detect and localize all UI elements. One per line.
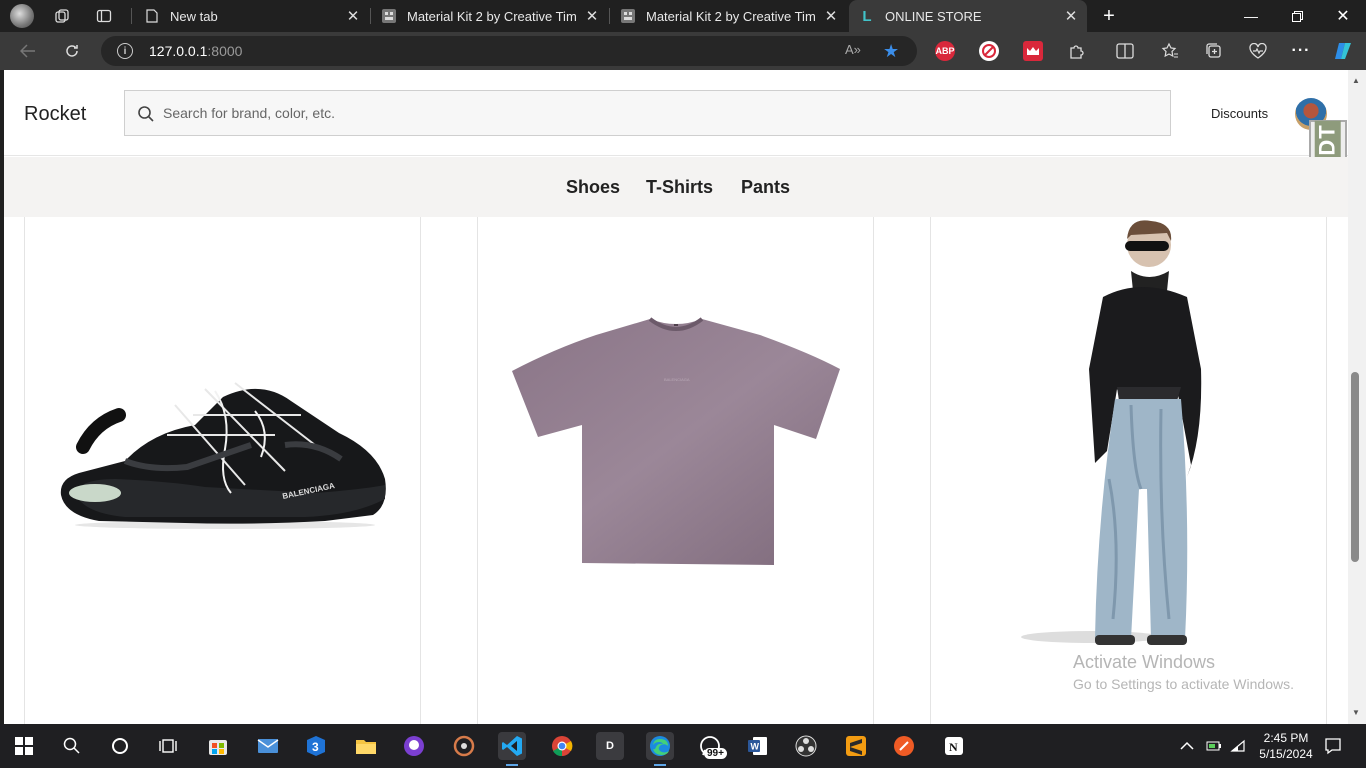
wifi-icon[interactable] [1230,724,1246,768]
product-card-pants[interactable] [930,217,1327,724]
product-card-shoes[interactable]: BALENCIAGA [24,217,421,724]
address-bar[interactable]: i 127.0.0.1:8000 A» ★ [101,36,917,66]
browser-essentials-icon[interactable] [1248,41,1268,61]
chrome-icon[interactable] [548,732,576,760]
more-menu-icon[interactable]: ··· [1291,41,1311,61]
notion-icon[interactable]: N [940,732,968,760]
tab-new-tab[interactable]: New tab ✕ [132,0,369,32]
back-arrow-icon[interactable] [16,39,40,63]
svg-text:3: 3 [312,740,319,754]
app-three-icon[interactable]: 3 [302,732,330,760]
page-icon [144,8,160,24]
split-screen-icon[interactable] [1115,41,1135,61]
product-image-sneaker: BALENCIAGA [60,382,386,529]
favorites-icon[interactable] [1160,41,1180,61]
activate-windows-subtitle: Go to Settings to activate Windows. [1073,676,1294,692]
site-info-icon[interactable]: i [117,43,133,59]
discounts-link[interactable]: Discounts [1211,106,1268,121]
svg-text:N: N [949,740,958,754]
tab-title: ONLINE STORE [885,8,982,24]
read-aloud-icon[interactable]: A» [845,42,861,57]
show-hidden-icons-chevron-icon[interactable] [1180,724,1194,768]
close-tab-icon[interactable]: ✕ [584,8,600,25]
search-input[interactable] [163,101,1123,125]
activate-windows-title: Activate Windows [1073,652,1216,672]
notification-center-icon[interactable] [1324,724,1342,768]
postman-icon[interactable] [890,732,918,760]
vertical-tabs-icon[interactable] [94,6,114,26]
close-tab-icon[interactable]: ✕ [823,8,839,25]
store-favicon-icon: L [862,7,872,25]
product-image-tshirt: BALENCIAGA [512,317,840,565]
product-card-tshirts[interactable]: BALENCIAGA [477,217,874,724]
battery-icon[interactable] [1206,724,1222,768]
file-explorer-icon[interactable] [352,732,380,760]
site-favicon-icon [381,8,397,24]
close-tab-icon[interactable]: ✕ [345,8,361,25]
extensions-puzzle-icon[interactable] [1067,41,1087,61]
product-image-model [1021,220,1202,645]
site-header: Rocket Discounts [4,70,1348,156]
notification-count-badge: 99+ [704,748,727,759]
start-windows-icon[interactable] [10,732,38,760]
page-viewport: Rocket Discounts DJDT Shoes T-Shirts Pan… [4,70,1348,724]
tab-title: Material Kit 2 by Creative Tim [407,8,577,24]
cortana-icon[interactable] [106,732,134,760]
system-clock[interactable]: 2:45 PM 5/15/2024 [1258,730,1314,762]
windows-taskbar: 3 D 99+ W N 2:45 PM 5/15/2024 [0,724,1366,768]
word-icon[interactable]: W [744,732,772,760]
red-extension-icon[interactable] [1023,41,1043,61]
vscode-icon[interactable] [498,732,526,766]
obs-icon[interactable] [792,732,820,760]
scrollbar-thumb[interactable] [1351,372,1359,562]
dark-app-d-icon[interactable]: D [596,732,624,760]
browser-tab-strip: New tab ✕ Material Kit 2 by Creative Tim… [0,0,1366,32]
favorite-star-icon[interactable]: ★ [883,41,899,62]
site-favicon-icon [620,8,636,24]
new-tab-button[interactable]: + [1099,5,1119,27]
category-nav: Shoes T-Shirts Pants [4,157,1348,217]
clock-date: 5/15/2024 [1259,747,1313,761]
mail-icon[interactable] [254,732,282,760]
browser-profile-avatar[interactable] [10,4,34,28]
svg-text:W: W [751,742,760,752]
brand-logo[interactable]: Rocket [24,103,86,126]
svg-text:BALENCIAGA: BALENCIAGA [664,377,690,382]
restore-button[interactable] [1274,0,1320,32]
minimize-button[interactable]: — [1228,0,1274,32]
category-link-tshirts[interactable]: T-Shirts [646,177,713,198]
search-box[interactable] [124,90,1171,136]
close-window-button[interactable]: ✕ [1320,0,1366,32]
edge-icon[interactable] [646,732,674,766]
github-desktop-icon[interactable] [400,732,428,760]
collections-icon[interactable] [1204,41,1224,61]
tab-title: Material Kit 2 by Creative Tim [646,8,816,24]
category-link-shoes[interactable]: Shoes [566,177,620,198]
workspaces-icon[interactable] [52,6,72,26]
sublime-text-icon[interactable] [842,732,870,760]
scroll-down-arrow-icon[interactable]: ▼ [1350,706,1362,718]
close-tab-icon[interactable]: ✕ [1063,8,1079,25]
media-app-icon[interactable] [450,732,478,760]
clock-time: 2:45 PM [1263,731,1309,745]
copilot-icon[interactable] [1333,41,1353,61]
url-text: 127.0.0.1:8000 [149,43,243,59]
tab-material-kit-1[interactable]: Material Kit 2 by Creative Tim ✕ [371,0,608,32]
blocker-extension-icon[interactable] [979,41,999,61]
tab-online-store[interactable]: L ONLINE STORE ✕ [849,0,1087,32]
tab-material-kit-2[interactable]: Material Kit 2 by Creative Tim ✕ [610,0,847,32]
microsoft-store-icon[interactable] [204,732,232,760]
refresh-icon[interactable] [60,39,84,63]
search-icon[interactable] [58,732,86,760]
category-link-pants[interactable]: Pants [741,177,790,198]
tab-title: New tab [170,8,218,24]
adblock-plus-icon[interactable]: ABP [935,41,955,61]
task-view-icon[interactable] [154,732,182,760]
scroll-up-arrow-icon[interactable]: ▲ [1350,74,1362,86]
search-icon [138,106,154,122]
